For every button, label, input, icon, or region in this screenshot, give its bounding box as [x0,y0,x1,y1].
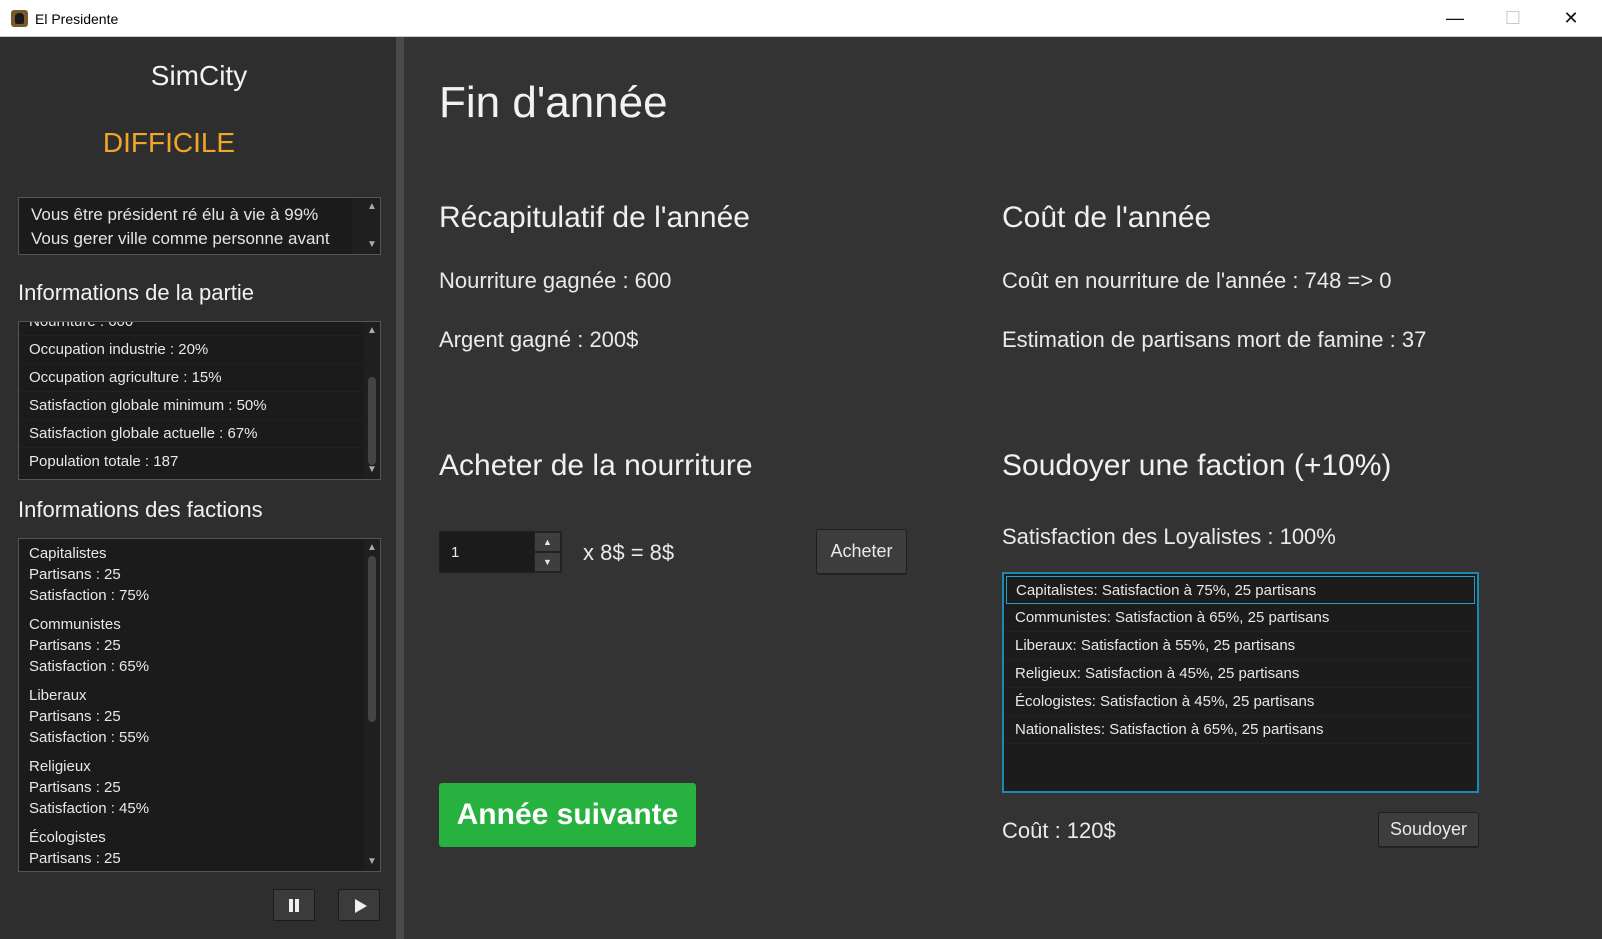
factions-info-list[interactable]: Capitalistes Partisans : 25 Satisfaction… [18,538,381,872]
pause-icon [289,899,299,912]
slogan-line: Vous gerer ville comme personne avant [31,229,330,248]
list-item: Population totale : 187 [19,448,366,476]
faction-name: Religieux [29,758,91,775]
list-item: Satisfaction globale actuelle : 67% [19,420,366,448]
increment-icon[interactable]: ▲ [534,532,561,552]
loyalist-satisfaction: Satisfaction des Loyalistes : 100% [1002,524,1336,549]
factions-info-scrollbar[interactable]: ▲ ▼ [364,539,380,871]
cost-title: Coût de l'année [1002,201,1212,234]
scroll-down-icon[interactable]: ▼ [364,855,380,869]
slogan-scrollbar[interactable]: ▲ ▼ [352,198,380,254]
faction-partisans: Partisans : 25 [29,779,121,796]
maximize-button[interactable]: ☐ [1484,0,1542,37]
list-item[interactable]: Liberaux: Satisfaction à 55%, 25 partisa… [1006,632,1475,660]
next-year-button[interactable]: Année suivante [439,783,696,847]
scroll-up-icon[interactable]: ▲ [352,200,380,214]
pause-button[interactable] [273,889,315,921]
app-icon [11,10,28,27]
bribe-button[interactable]: Soudoyer [1378,812,1479,848]
list-item[interactable]: Écologistes: Satisfaction à 45%, 25 part… [1006,688,1475,716]
factions-info-title: Informations des factions [18,497,263,522]
list-item[interactable]: Nationalistes: Satisfaction à 65%, 25 pa… [1006,716,1475,744]
app-name: SimCity [150,60,248,91]
decrement-icon[interactable]: ▼ [534,552,561,572]
recap-title: Récapitulatif de l'année [439,201,750,234]
faction-satisfaction: Satisfaction : 55% [29,729,150,746]
quantity-value: 1 [451,544,460,561]
scroll-up-icon[interactable]: ▲ [364,324,380,338]
list-item: Communistes Partisans : 25 Satisfaction … [19,610,366,681]
scroll-thumb[interactable] [368,377,376,465]
list-item: Nourriture : 600 [19,322,366,336]
faction-satisfaction: Satisfaction : 45% [29,800,150,817]
scroll-up-icon[interactable]: ▲ [364,541,380,555]
play-icon [355,899,367,913]
faction-partisans: Partisans : 25 [29,566,121,583]
bribe-title: Soudoyer une faction (+10%) [1002,449,1392,482]
window-titlebar: El Presidente — ☐ ✕ [0,0,1602,37]
buy-food-title: Acheter de la nourriture [439,449,753,482]
faction-partisans: Partisans : 25 [29,708,121,725]
list-item: Occupation agriculture : 15% [19,364,366,392]
quantity-stepper[interactable]: 1 ▲ ▼ [439,531,562,573]
game-info-title: Informations de la partie [18,280,255,305]
minimize-button[interactable]: — [1426,0,1484,37]
faction-name: Capitalistes [29,545,107,562]
list-item[interactable]: Religieux: Satisfaction à 45%, 25 partis… [1006,660,1475,688]
bribe-cost: Coût : 120$ [1002,818,1116,843]
play-button[interactable] [338,889,380,921]
food-gained: Nourriture gagnée : 600 [439,268,672,293]
faction-satisfaction: Satisfaction : 75% [29,587,150,604]
food-cost: Coût en nourriture de l'année : 748 => 0 [1002,268,1392,293]
sidebar-divider[interactable] [396,37,404,939]
close-button[interactable]: ✕ [1542,0,1600,37]
faction-satisfaction: Satisfaction : 65% [29,658,150,675]
slogan-textarea[interactable]: Vous être président ré élu à vie à 99% V… [18,197,381,255]
scroll-down-icon[interactable]: ▼ [364,463,380,477]
faction-partisans: Partisans : 25 [29,637,121,654]
difficulty-label: DIFFICILE [102,127,236,158]
faction-name: Écologistes [29,829,106,846]
list-item[interactable]: Capitalistes: Satisfaction à 75%, 25 par… [1006,576,1475,604]
list-item: Satisfaction globale minimum : 50% [19,392,366,420]
faction-name: Liberaux [29,687,87,704]
faction-partisans: Partisans : 25 [29,850,121,867]
slogan-line: Vous être président ré élu à vie à 99% [31,205,319,224]
buy-button[interactable]: Acheter [816,529,907,575]
list-item: Occupation industrie : 20% [19,336,366,364]
scroll-down-icon[interactable]: ▼ [352,238,380,252]
game-info-list[interactable]: Nourriture : 600 Occupation industrie : … [18,321,381,480]
list-item: Religieux Partisans : 25 Satisfaction : … [19,752,366,823]
faction-select-list[interactable]: Capitalistes: Satisfaction à 75%, 25 par… [1002,572,1479,793]
list-item[interactable]: Communistes: Satisfaction à 65%, 25 part… [1006,604,1475,632]
faction-name: Communistes [29,616,121,633]
scroll-thumb[interactable] [368,556,376,722]
page-title: Fin d'année [439,78,668,127]
game-info-scrollbar[interactable]: ▲ ▼ [364,322,380,479]
list-item: Liberaux Partisans : 25 Satisfaction : 5… [19,681,366,752]
money-gained: Argent gagné : 200$ [439,327,639,352]
buy-formula: x 8$ = 8$ [583,540,675,565]
list-item: Capitalistes Partisans : 25 Satisfaction… [19,539,366,610]
famine-estimate: Estimation de partisans mort de famine :… [1002,327,1427,352]
list-item: Écologistes Partisans : 25 [19,823,366,871]
window-title: El Presidente [35,11,119,27]
